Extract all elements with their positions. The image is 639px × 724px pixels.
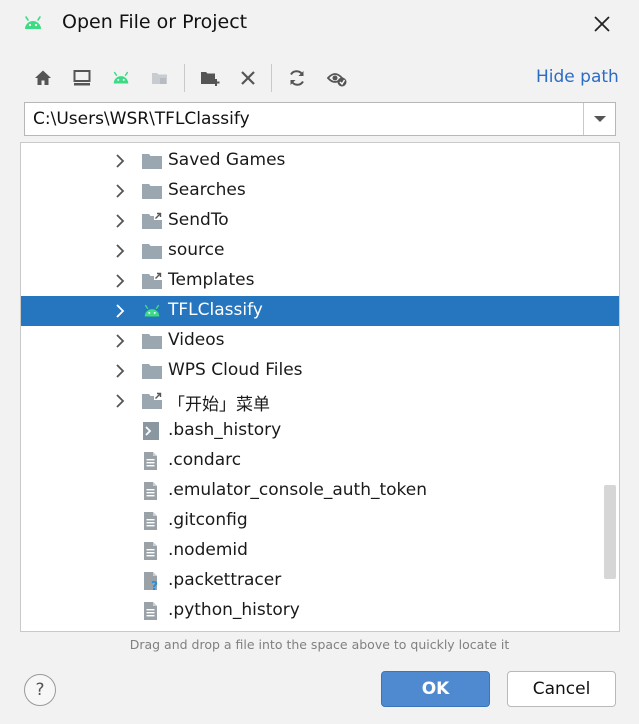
tree-row-label: source [168, 240, 225, 260]
title-bar: Open File or Project [0, 0, 639, 48]
module-folder-icon [152, 73, 167, 84]
home-directory-button[interactable] [29, 64, 57, 92]
show-hidden-button[interactable] [323, 64, 351, 92]
android-icon [22, 12, 44, 34]
close-button[interactable] [588, 10, 616, 38]
folder-icon [141, 331, 163, 351]
help-button[interactable]: ? [24, 674, 56, 706]
path-history-dropdown[interactable] [583, 103, 616, 135]
svg-text:?: ? [151, 579, 158, 591]
tree-row[interactable]: WPS Cloud Files [21, 356, 619, 386]
folder-icon [141, 241, 163, 261]
chevron-right-icon[interactable] [113, 393, 127, 409]
tree-row-label: .condarc [168, 450, 242, 470]
tree-row-label: .nodemid [168, 540, 248, 560]
new-folder-icon [201, 72, 220, 86]
chevron-right-icon[interactable] [113, 273, 127, 289]
tree-row[interactable]: .nodemid [21, 536, 619, 566]
path-input[interactable] [33, 103, 581, 135]
tree-row[interactable]: Searches [21, 176, 619, 206]
tree-row-label: TFLClassify [168, 300, 263, 320]
path-field [24, 102, 616, 136]
module-directory-button[interactable] [146, 64, 174, 92]
tree-row-label: .packettracer [168, 570, 282, 590]
tree-row[interactable]: SendTo [21, 206, 619, 236]
tree-row[interactable]: Saved Games [21, 146, 619, 176]
tree-scrollbar[interactable] [604, 485, 616, 579]
folder-icon [141, 151, 163, 171]
tree-row[interactable]: Videos [21, 326, 619, 356]
tree-row-label: Saved Games [168, 150, 286, 170]
tree-row-label: .gitconfig [168, 510, 248, 530]
folder-shortcut-icon [141, 211, 163, 231]
dialog-title: Open File or Project [62, 11, 248, 33]
tree-row-label: .python_history [168, 600, 300, 620]
folder-shortcut-icon [141, 271, 163, 291]
tree-row-label: .bash_history [168, 420, 282, 440]
android-icon [113, 71, 129, 84]
tree-row[interactable]: .gitconfig [21, 506, 619, 536]
shell-file-icon [141, 421, 163, 441]
open-file-dialog: Open File or Project Hide path C:\Users\… [0, 0, 639, 724]
cancel-button[interactable]: Cancel [507, 671, 616, 707]
project-directory-button[interactable] [107, 64, 135, 92]
text-file-icon [141, 481, 163, 501]
refresh-icon [290, 70, 304, 86]
text-file-icon [141, 601, 163, 621]
folder-icon [141, 181, 163, 201]
folder-icon [141, 361, 163, 381]
chevron-right-icon[interactable] [113, 183, 127, 199]
delete-icon [241, 71, 255, 85]
refresh-button[interactable] [283, 64, 311, 92]
tree-row-label: WPS Cloud Files [168, 360, 303, 380]
file-tree[interactable]: Saved Games Searches SendTo source Templates… [20, 142, 620, 632]
chevron-right-icon[interactable] [113, 333, 127, 349]
text-file-icon [141, 511, 163, 531]
delete-button[interactable] [234, 64, 262, 92]
tree-row[interactable]: .python_history [21, 596, 619, 626]
toolbar: Hide path [0, 60, 639, 96]
tree-row-label: .emulator_console_auth_token [168, 480, 428, 500]
new-folder-button[interactable] [196, 64, 224, 92]
tree-row-label: Templates [168, 270, 255, 290]
toolbar-separator [184, 64, 185, 92]
tree-row-label: Videos [168, 330, 225, 350]
close-icon [594, 16, 610, 32]
unknown-file-icon: ? [141, 571, 163, 593]
chevron-right-icon[interactable] [113, 303, 127, 319]
chevron-right-icon[interactable] [113, 363, 127, 379]
chevron-right-icon[interactable] [113, 153, 127, 169]
tree-row[interactable]: .condarc [21, 446, 619, 476]
drag-drop-hint: Drag and drop a file into the space abov… [129, 637, 510, 652]
tree-row[interactable]: source [21, 236, 619, 266]
tree-row[interactable]: ? .packettracer [21, 566, 619, 596]
chevron-right-icon[interactable] [113, 213, 127, 229]
toolbar-separator [271, 64, 272, 92]
tree-row-label: Searches [168, 180, 246, 200]
tree-row-label: SendTo [168, 210, 229, 230]
text-file-icon [141, 541, 163, 561]
chevron-down-icon [594, 116, 606, 122]
tree-row[interactable]: .emulator_console_auth_token [21, 476, 619, 506]
hide-path-link[interactable]: Hide path [536, 67, 619, 87]
ok-button[interactable]: OK [381, 671, 490, 707]
chevron-right-icon[interactable] [113, 243, 127, 259]
tree-row[interactable]: 「开始」菜单 [21, 386, 619, 416]
home-icon [35, 70, 51, 85]
show-hidden-icon [326, 73, 347, 87]
tree-row[interactable]: .bash_history [21, 416, 619, 446]
folder-shortcut-icon [141, 391, 163, 411]
desktop-icon [73, 70, 91, 86]
text-file-icon [141, 451, 163, 471]
tree-row-label: 「开始」菜单 [168, 395, 270, 415]
tree-row[interactable]: Templates [21, 266, 619, 296]
desktop-button[interactable] [68, 64, 96, 92]
tree-row[interactable]: TFLClassify [21, 296, 619, 326]
android-icon [141, 301, 163, 321]
